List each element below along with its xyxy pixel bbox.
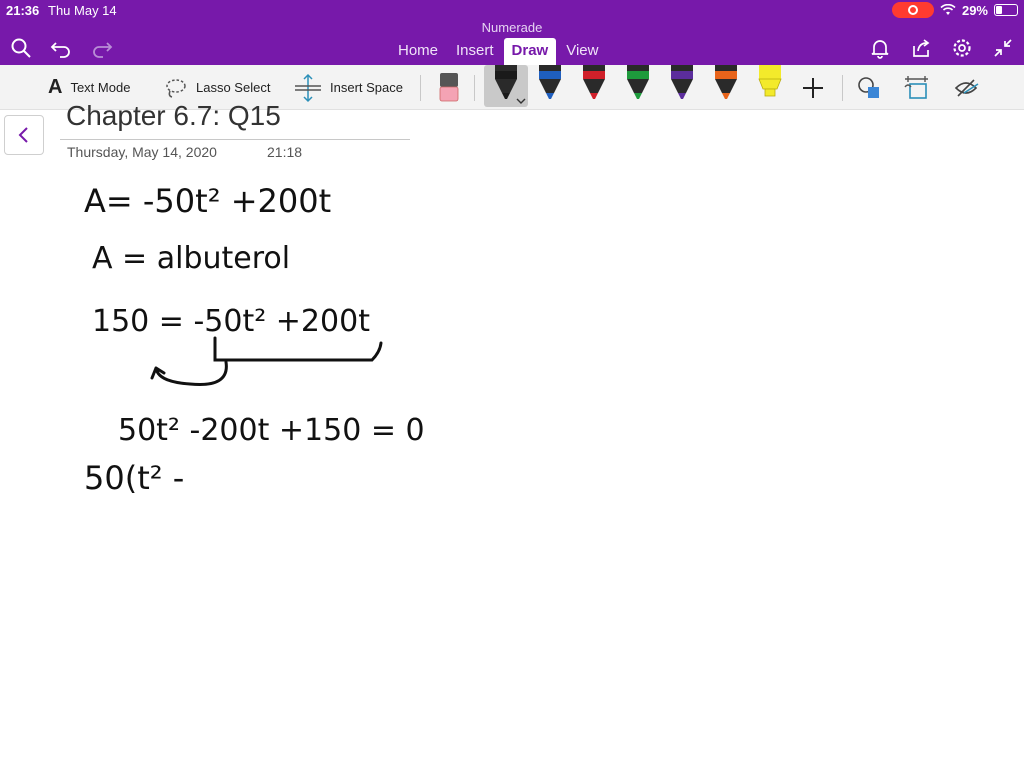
ink-line-1: A= -50t² +200t — [84, 182, 331, 220]
undo-icon[interactable] — [49, 36, 73, 60]
pen-red-icon — [583, 65, 605, 99]
tab-view[interactable]: View — [558, 38, 606, 66]
ink-line-2: A = albuterol — [92, 241, 290, 276]
title-divider — [60, 139, 410, 140]
settings-gear-icon[interactable] — [950, 36, 974, 60]
back-button[interactable] — [4, 115, 44, 155]
text-mode-icon: A — [48, 76, 63, 98]
pen-green[interactable] — [623, 65, 653, 103]
add-pen-button[interactable] — [800, 65, 826, 110]
ink-replay-button[interactable] — [952, 65, 980, 110]
ink-to-shape-button[interactable] — [902, 65, 932, 110]
pen-purple[interactable] — [667, 65, 697, 103]
screen-recording-indicator[interactable] — [891, 2, 934, 18]
tab-draw[interactable]: Draw — [503, 38, 557, 66]
collapse-icon[interactable] — [991, 36, 1015, 60]
ink-line-4: 50t² -200t +150 = 0 — [118, 413, 425, 448]
ink-curved-arrow — [150, 360, 228, 387]
chevron-left-icon — [18, 127, 28, 143]
chevron-down-icon[interactable] — [516, 98, 526, 104]
ribbon-tabs: Home Insert Draw View — [390, 38, 608, 66]
share-icon[interactable] — [909, 36, 933, 60]
insert-space-icon — [295, 73, 321, 102]
tab-home[interactable]: Home — [390, 38, 446, 66]
battery-icon — [994, 4, 1018, 16]
pen-orange[interactable] — [711, 65, 741, 103]
text-mode-label: Text Mode — [70, 80, 131, 95]
pen-red[interactable] — [579, 65, 609, 103]
pen-green-icon — [627, 65, 649, 99]
plus-icon — [803, 77, 823, 98]
status-date: Thu May 14 — [48, 3, 117, 18]
pen-blue-icon — [539, 65, 561, 99]
status-bar: 21:36 Thu May 14 29% — [0, 0, 1024, 20]
ink-bracket-arrow — [213, 336, 383, 362]
ink-replay-icon — [954, 78, 979, 97]
redo-icon[interactable] — [90, 36, 114, 60]
ink-line-5: 50(t² - — [84, 459, 184, 497]
pen-yellow-highlighter[interactable] — [755, 65, 785, 103]
eraser-icon — [439, 72, 459, 101]
notebook-title: Numerade — [481, 20, 543, 35]
wifi-icon — [940, 4, 956, 15]
insert-space-label: Insert Space — [330, 80, 403, 95]
page-date: Thursday, May 14, 2020 — [67, 144, 217, 160]
page-time: 21:18 — [267, 144, 303, 160]
battery-percent: 29% — [961, 2, 988, 18]
search-icon[interactable] — [9, 36, 33, 60]
shapes-button[interactable] — [856, 65, 882, 110]
ink-line-3: 150 = -50t² +200t — [92, 304, 370, 339]
eraser-button[interactable] — [437, 65, 461, 110]
pen-orange-icon — [715, 65, 737, 99]
pen-black[interactable] — [491, 65, 526, 104]
bell-icon[interactable] — [868, 36, 892, 60]
lasso-icon — [166, 78, 186, 98]
page-title[interactable]: Chapter 6.7: Q15 — [66, 100, 281, 132]
status-time: 21:36 — [6, 3, 40, 18]
pen-yellow-highlighter-icon — [758, 65, 782, 97]
shapes-icon — [858, 76, 879, 98]
pen-blue[interactable] — [535, 65, 565, 103]
lasso-select-label: Lasso Select — [196, 80, 271, 95]
ink-to-shape-icon — [904, 75, 928, 99]
tab-insert[interactable]: Insert — [448, 38, 502, 66]
pen-purple-icon — [671, 65, 693, 99]
app-header: 21:36 Thu May 14 29% Numerade Home Inser… — [0, 0, 1024, 66]
insert-space-button[interactable]: Insert Space — [294, 65, 403, 110]
